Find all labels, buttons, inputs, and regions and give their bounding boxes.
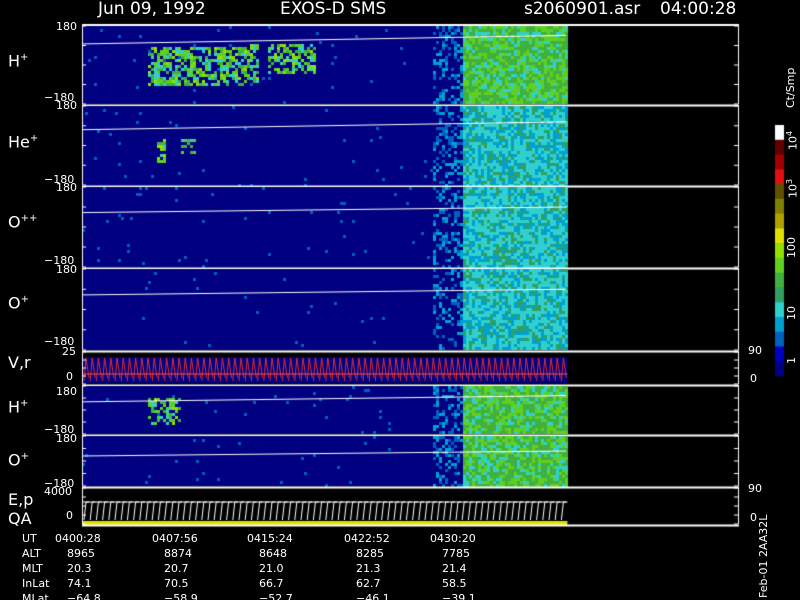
right-tick: 0 xyxy=(750,372,757,385)
ephemeris-cell: −58.9 xyxy=(164,592,198,600)
ephemeris-cell: 21.0 xyxy=(259,562,284,575)
ephemeris-cell: 0415:24 xyxy=(247,532,293,545)
right-tick: 0 xyxy=(750,511,757,524)
colorbar-tick-100: 100 xyxy=(785,237,798,258)
ephemeris-cell: 21.4 xyxy=(442,562,467,575)
header-instrument: EXOS-D SMS xyxy=(280,0,387,19)
y-tick: 0 xyxy=(66,370,73,383)
colorbar-tick-10: 10 xyxy=(785,306,798,320)
ephemeris-cell: 74.1 xyxy=(67,577,92,590)
ephemeris-cell: 20.7 xyxy=(164,562,189,575)
y-tick: 4000 xyxy=(44,485,72,498)
panel-label-o-lower: O+ xyxy=(8,450,29,470)
ephemeris-cell: −39.1 xyxy=(442,592,476,600)
ephemeris-cell: −46.1 xyxy=(356,592,390,600)
ephemeris-cell: 8285 xyxy=(356,547,384,560)
right-tick: 90 xyxy=(748,482,762,495)
y-tick: 180 xyxy=(56,263,77,276)
ephemeris-cell: 0430:20 xyxy=(430,532,476,545)
colorbar-tick-1: 1 xyxy=(785,357,798,364)
y-tick: 180 xyxy=(56,99,77,112)
panel-label-o-plus-plus: O++ xyxy=(8,212,38,232)
ephemeris-cell: 66.7 xyxy=(259,577,284,590)
y-tick: 180 xyxy=(56,20,77,33)
panel-label-qa: QA xyxy=(8,509,32,528)
ephemeris-cell: 20.3 xyxy=(67,562,92,575)
ephemeris-row-label: InLat xyxy=(22,577,50,590)
side-annotation: Feb-01 2AA32L xyxy=(757,514,770,598)
y-tick: 180 xyxy=(56,432,77,445)
colorbar-unit: Ct/Smp xyxy=(784,67,797,108)
ephemeris-cell: 21.3 xyxy=(356,562,381,575)
y-tick: 0 xyxy=(66,509,73,522)
ephemeris-row-label: MLat xyxy=(22,592,49,600)
y-tick: 180 xyxy=(56,385,77,398)
panel-label-h-lower: H+ xyxy=(8,397,29,417)
ephemeris-cell: 0422:52 xyxy=(344,532,390,545)
header-date: Jun 09, 1992 xyxy=(98,0,206,19)
colorbar-tick-10000: 104 xyxy=(785,130,800,150)
ephemeris-cell: −52.7 xyxy=(259,592,293,600)
ephemeris-row-label: UT xyxy=(22,532,37,545)
header-time: 04:00:28 xyxy=(660,0,737,19)
ephemeris-cell: 8965 xyxy=(67,547,95,560)
panel-label-h: H+ xyxy=(8,51,29,71)
panel-label-ep: E,p xyxy=(8,490,34,509)
panel-label-o: O+ xyxy=(8,293,29,313)
ephemeris-cell: 70.5 xyxy=(164,577,189,590)
y-tick: 25 xyxy=(62,345,76,358)
ephemeris-row-label: ALT xyxy=(22,547,41,560)
ephemeris-cell: 8648 xyxy=(259,547,287,560)
ephemeris-cell: 58.5 xyxy=(442,577,467,590)
panel-label-vr: V,r xyxy=(8,353,31,372)
ephemeris-row-label: MLT xyxy=(22,562,43,575)
ephemeris-cell: 7785 xyxy=(442,547,470,560)
ephemeris-cell: −64.8 xyxy=(67,592,101,600)
header-file: s2060901.asr xyxy=(524,0,641,19)
ephemeris-cell: 62.7 xyxy=(356,577,381,590)
spectrogram-canvas xyxy=(0,0,800,600)
ephemeris-cell: 0400:28 xyxy=(55,532,101,545)
panel-label-he: He+ xyxy=(8,132,39,152)
right-tick: 90 xyxy=(748,344,762,357)
colorbar-tick-1000: 103 xyxy=(785,178,800,198)
y-tick: 180 xyxy=(56,181,77,194)
exos-d-sms-plot: Jun 09, 1992 EXOS-D SMS s2060901.asr 04:… xyxy=(0,0,800,600)
ephemeris-cell: 0407:56 xyxy=(152,532,198,545)
ephemeris-cell: 8874 xyxy=(164,547,192,560)
